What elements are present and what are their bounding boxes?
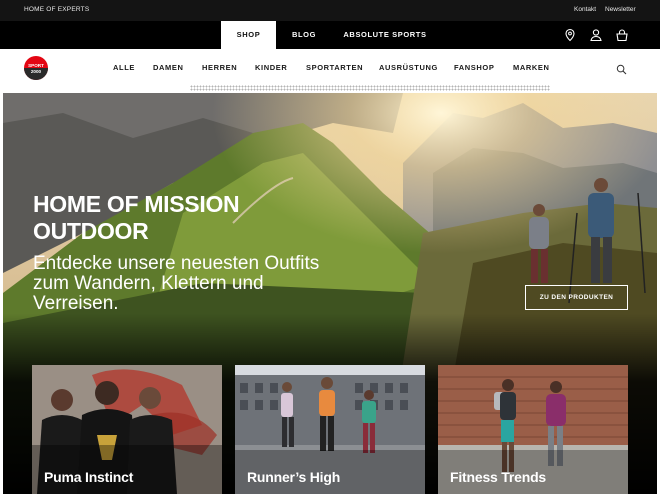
user-icon[interactable] (589, 28, 603, 42)
search-icon[interactable] (616, 62, 627, 75)
location-pin-icon[interactable] (563, 28, 577, 42)
teaser-card-puma-instinct[interactable]: Puma Instinct (32, 365, 222, 494)
logo-text-sport: SPORT (28, 63, 44, 68)
nav-item-herren[interactable]: HERREN (202, 63, 237, 72)
main-navigation: SPORT 2000 ALLE DAMEN HERREN KINDER SPOR… (0, 49, 660, 87)
channel-tab-blog[interactable]: BLOG (280, 21, 328, 49)
nav-item-sportarten[interactable]: SPORTARTEN (306, 63, 363, 72)
channel-tab-absolute-sports[interactable]: ABSOLUTE SPORTS (340, 21, 430, 49)
kontakt-link[interactable]: Kontakt (574, 6, 596, 13)
cart-icon[interactable] (615, 28, 629, 42)
hero-subtitle: Entdecke unsere neuesten Outfits zum Wan… (33, 253, 320, 314)
logo-text-2000: 2000 (30, 69, 42, 74)
card-label: Runner’s High (247, 469, 341, 485)
channel-tab-shop[interactable]: SHOP (221, 21, 276, 49)
top-utility-bar: HOME OF EXPERTS Kontakt Newsletter (0, 0, 660, 21)
nav-item-marken[interactable]: MARKEN (513, 63, 550, 72)
decorative-dot-pattern (190, 85, 550, 91)
teaser-card-runners-high[interactable]: Runner’s High (235, 365, 425, 494)
card-label: Puma Instinct (44, 469, 134, 485)
nav-item-alle[interactable]: ALLE (113, 63, 135, 72)
newsletter-link[interactable]: Newsletter (605, 6, 636, 13)
sport2000-logo[interactable]: SPORT 2000 (24, 56, 48, 80)
hero-banner: HOME OF MISSION OUTDOOR Entdecke unsere … (3, 93, 657, 494)
teaser-card-fitness-trends[interactable]: Fitness Trends (438, 365, 628, 494)
nav-item-damen[interactable]: DAMEN (153, 63, 184, 72)
nav-item-ausruestung[interactable]: AUSRÜSTUNG (379, 63, 438, 72)
channel-bar: SHOP BLOG ABSOLUTE SPORTS (0, 21, 660, 49)
card-label: Fitness Trends (450, 469, 547, 485)
hero-title-line-1: HOME OF MISSION (33, 191, 240, 217)
hero-title-line-2: OUTDOOR (33, 218, 149, 244)
hero-title: HOME OF MISSION OUTDOOR (33, 191, 313, 245)
nav-item-fanshop[interactable]: FANSHOP (454, 63, 494, 72)
brand-tagline: HOME OF EXPERTS (24, 6, 90, 13)
nav-item-kinder[interactable]: KINDER (255, 63, 287, 72)
zu-den-produkten-button[interactable]: ZU DEN PRODUKTEN (525, 285, 628, 310)
